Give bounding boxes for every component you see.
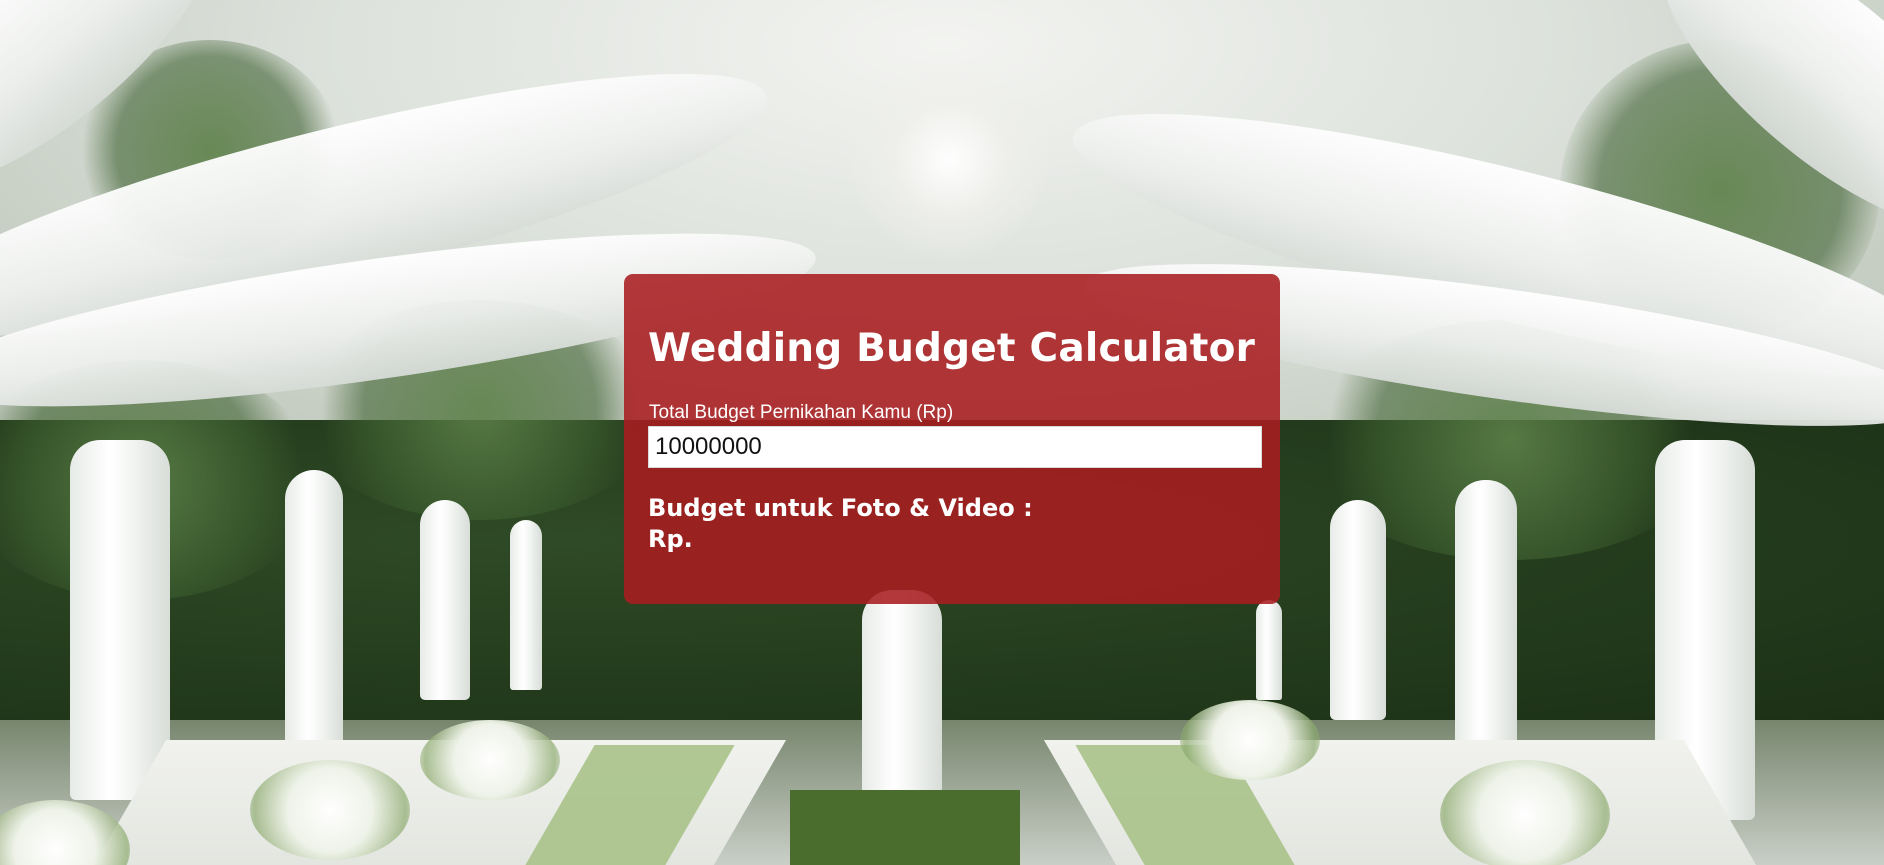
flower-arrangement — [1440, 760, 1610, 865]
budget-label: Total Budget Pernikahan Kamu (Rp) — [649, 402, 954, 423]
chandelier — [850, 60, 1050, 260]
curtain — [285, 470, 343, 750]
calculator-card: Wedding Budget Calculator Total Budget P… — [624, 274, 1280, 604]
curtain — [1330, 500, 1386, 720]
photo-video-budget-value: Rp. — [648, 525, 693, 553]
curtain — [1455, 480, 1517, 750]
curtain — [1256, 600, 1282, 700]
flower-arrangement — [1180, 700, 1320, 780]
total-budget-input[interactable] — [648, 426, 1262, 468]
curtain — [420, 500, 470, 700]
grass-aisle — [790, 790, 1020, 865]
curtain — [862, 590, 942, 800]
flower-arrangement — [420, 720, 560, 800]
photo-video-budget-label: Budget untuk Foto & Video : — [648, 494, 1033, 522]
flower-arrangement — [250, 760, 410, 860]
flower-arrangement — [0, 800, 130, 865]
calculator-title: Wedding Budget Calculator — [648, 326, 1256, 371]
page: Wedding Budget Calculator Total Budget P… — [0, 0, 1884, 865]
curtain — [70, 440, 170, 800]
curtain — [510, 520, 542, 690]
